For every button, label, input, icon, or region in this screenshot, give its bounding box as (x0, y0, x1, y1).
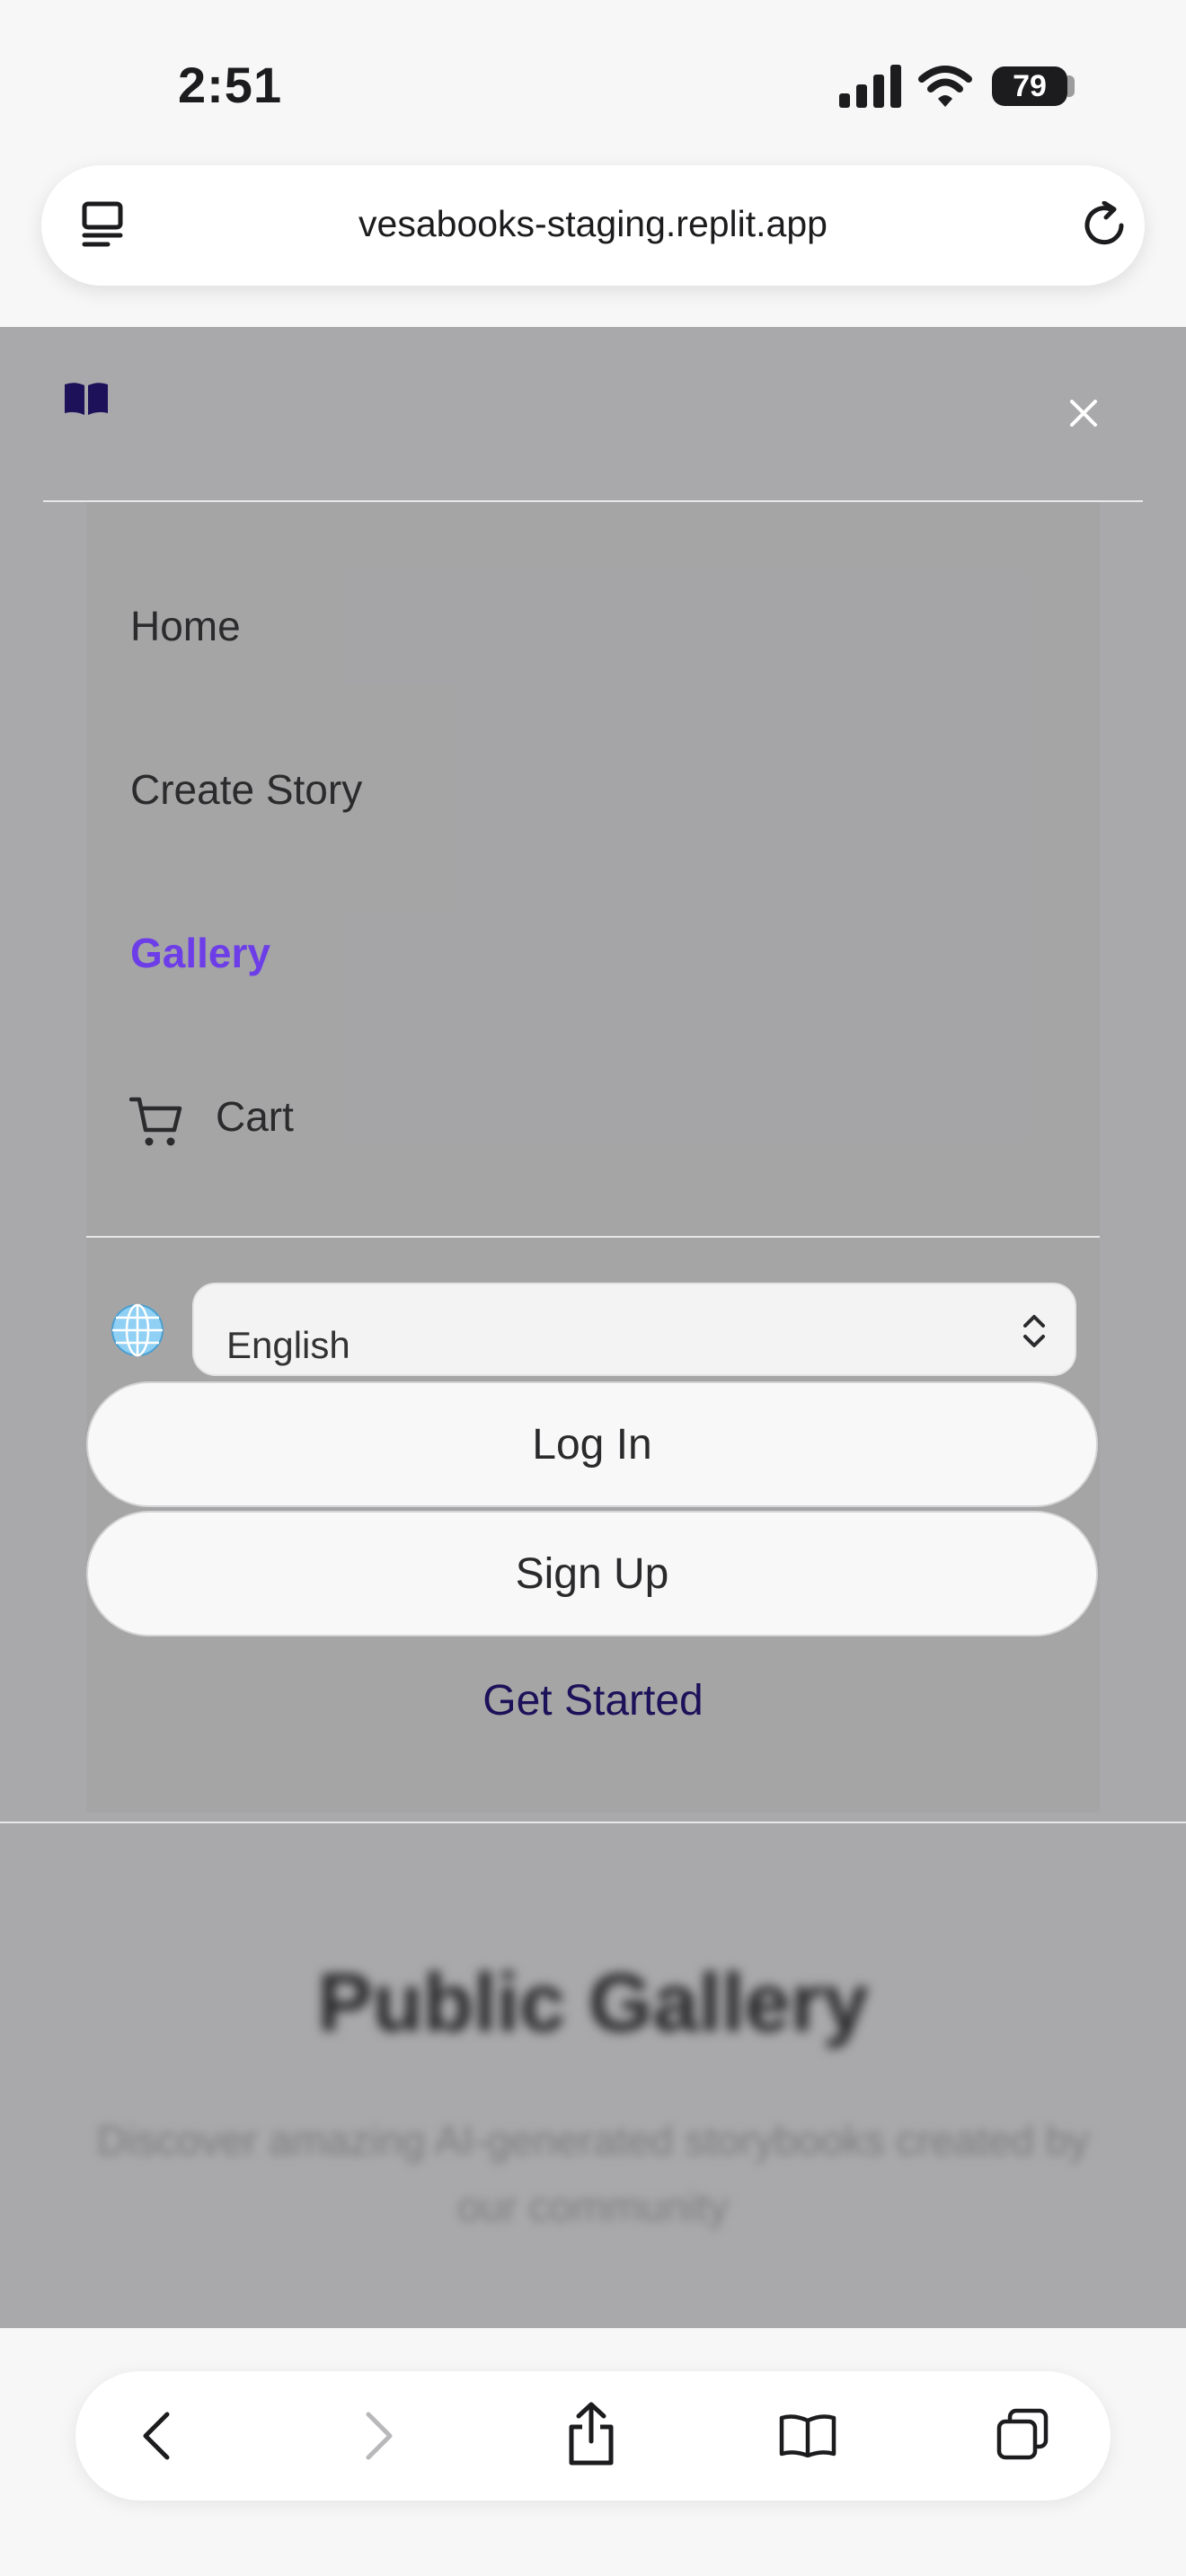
menu-header-divider (43, 500, 1143, 502)
header-bottom-divider (0, 1822, 1186, 1823)
bookmarks-icon[interactable] (778, 2413, 837, 2457)
status-time: 2:51 (178, 57, 283, 113)
battery-icon: 79 (992, 66, 1067, 106)
reload-icon[interactable] (1080, 201, 1128, 250)
open-book-icon[interactable] (63, 381, 110, 417)
language-select-value: English (226, 1324, 350, 1366)
globe-icon (111, 1303, 164, 1357)
language-select[interactable]: English (192, 1283, 1076, 1376)
url-text[interactable]: vesabooks-staging.replit.app (41, 203, 1145, 245)
nav-item-home[interactable]: Home (130, 602, 241, 650)
signup-button[interactable]: Sign Up (86, 1511, 1098, 1636)
battery-tip (1067, 75, 1075, 97)
menu-divider (86, 1236, 1100, 1238)
tabs-icon[interactable] (996, 2407, 1049, 2463)
cart-icon[interactable] (129, 1096, 183, 1148)
login-button[interactable]: Log In (86, 1381, 1098, 1507)
page-title: Public Gallery (317, 1957, 869, 2049)
forward-icon[interactable] (363, 2411, 395, 2461)
nav-item-gallery[interactable]: Gallery (130, 929, 270, 977)
get-started-link[interactable]: Get Started (0, 1676, 1186, 1725)
address-bar[interactable]: vesabooks-staging.replit.app (41, 165, 1145, 286)
nav-item-cart[interactable]: Cart (216, 1092, 294, 1141)
page-subtitle: Discover amazing AI-generated storybooks… (96, 2117, 1090, 2230)
close-icon[interactable] (1069, 399, 1098, 428)
back-icon[interactable] (140, 2411, 173, 2461)
cellular-signal-icon (839, 65, 901, 108)
nav-item-create-story[interactable]: Create Story (130, 765, 362, 814)
battery-level: 79 (1013, 68, 1047, 103)
wifi-icon (918, 66, 972, 107)
select-chevron-icon (1023, 1315, 1045, 1347)
share-icon[interactable] (564, 2402, 618, 2466)
